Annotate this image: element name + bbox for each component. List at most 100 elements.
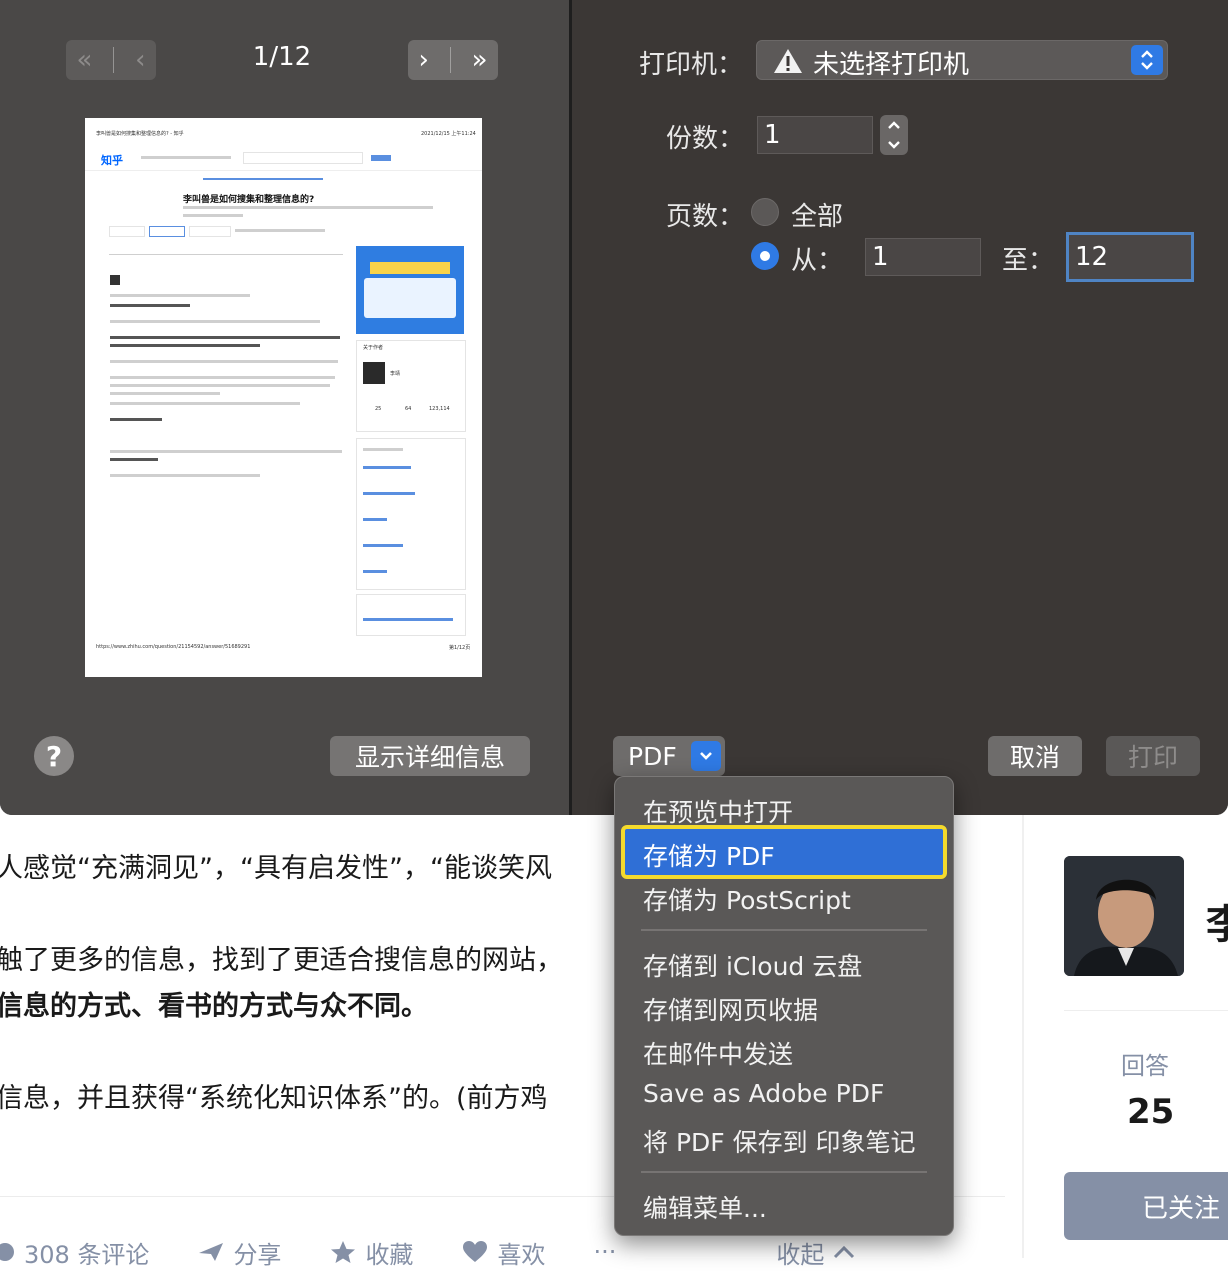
preview-ask-button (371, 155, 391, 161)
preview-author-avatar (363, 362, 385, 384)
pages-range-radio[interactable] (751, 242, 779, 270)
like-button[interactable]: 喜欢 (461, 1235, 545, 1270)
next-last-page-buttons[interactable]: › » (408, 40, 498, 80)
article-text-line: 信息，并且获得“系统化知识体系”的。(前方鸡 (0, 1083, 548, 1114)
cancel-button[interactable]: 取消 (988, 736, 1082, 776)
copies-label: 份数： (666, 124, 745, 154)
first-prev-page-buttons[interactable]: « ‹ (66, 40, 156, 80)
printer-select[interactable]: 未选择打印机 (756, 40, 1168, 80)
preview-line (110, 450, 342, 453)
page-counter: 1/12 (252, 42, 312, 72)
menu-item-save-as-pdf[interactable]: 存储为 PDF (621, 825, 947, 879)
article-text-line: 人感觉“充满洞见”，“具有启发性”，“能谈笑风 (0, 853, 552, 884)
pages-label: 页数： (666, 202, 745, 232)
preview-line (363, 544, 403, 547)
warning-icon (774, 49, 802, 73)
prev-page-button[interactable]: ‹ (135, 45, 145, 75)
preview-topics (203, 178, 323, 180)
copies-stepper[interactable] (880, 115, 908, 155)
menu-item-edit-menu[interactable]: 编辑菜单... (643, 1189, 767, 1225)
preview-line (363, 570, 387, 573)
collapse-label: 收起 (776, 1240, 825, 1269)
preview-question-title: 李叫兽是如何搜集和整理信息的? (183, 195, 315, 205)
preview-ad-card (364, 278, 456, 318)
follow-button[interactable]: 已关注 (1064, 1172, 1228, 1240)
preview-avatar (110, 275, 120, 285)
preview-pane: « ‹ 1/12 › » 李叫兽是如何搜集和整理信息的? - 知乎 2021/1… (0, 0, 569, 815)
help-button[interactable]: ? (34, 736, 74, 776)
preview-line (110, 458, 158, 461)
menu-item-save-to-evernote[interactable]: 将 PDF 保存到 印象笔记 (643, 1123, 916, 1159)
chevron-up-icon[interactable] (880, 115, 908, 135)
last-page-button[interactable]: » (472, 45, 488, 75)
preview-line (363, 618, 453, 621)
to-page-input[interactable]: 12 (1066, 232, 1194, 282)
comments-button[interactable]: 308 条评论 (0, 1235, 149, 1270)
star-icon (331, 1241, 356, 1263)
comments-label: 308 条评论 (24, 1240, 150, 1269)
favorite-button[interactable]: 收藏 (329, 1235, 413, 1270)
menu-item-save-as-adobe-pdf[interactable]: Save as Adobe PDF (643, 1079, 884, 1108)
share-button[interactable]: 分享 (197, 1235, 281, 1270)
preview-line (110, 384, 330, 387)
print-dialog: « ‹ 1/12 › » 李叫兽是如何搜集和整理信息的? - 知乎 2021/1… (0, 0, 1228, 815)
preview-footer-right: 第1/12页 (449, 645, 471, 651)
print-button[interactable]: 打印 (1106, 736, 1200, 776)
preview-line (363, 448, 403, 451)
preview-line (363, 518, 387, 521)
author-name-partial: 李 (1206, 902, 1228, 948)
preview-line (183, 214, 243, 217)
preview-line (363, 466, 411, 469)
pages-all-radio[interactable] (751, 198, 779, 226)
printer-label: 打印机： (639, 50, 744, 80)
divider (109, 254, 343, 255)
preview-stat: 25 (375, 406, 382, 412)
preview-about-author: 关于作者 (363, 345, 384, 351)
preview-line (110, 304, 190, 307)
first-page-button[interactable]: « (76, 45, 92, 75)
from-page-input[interactable]: 1 (865, 238, 981, 276)
pdf-menu-button[interactable]: PDF (613, 736, 725, 776)
menu-item-send-in-mail[interactable]: 在邮件中发送 (643, 1035, 793, 1071)
pages-all-label: 全部 (791, 202, 844, 232)
preview-stat: 64 (405, 406, 412, 412)
preview-brand: 知乎 (101, 154, 123, 167)
preview-collection-card (356, 438, 466, 590)
menu-item-save-as-postscript[interactable]: 存储为 PostScript (643, 881, 851, 917)
collapse-button[interactable]: 收起 (776, 1235, 864, 1270)
preview-line (183, 206, 433, 209)
favorite-label: 收藏 (365, 1240, 414, 1269)
more-label: ··· (593, 1238, 617, 1266)
preview-line (110, 344, 260, 347)
copies-input[interactable]: 1 (757, 116, 873, 154)
heart-icon (463, 1241, 488, 1262)
chevron-down-icon[interactable] (880, 135, 908, 155)
comment-icon (0, 1243, 14, 1261)
next-page-button[interactable]: › (418, 45, 428, 75)
share-icon (199, 1243, 224, 1261)
answer-action-bar: 308 条评论 分享 收藏 喜欢 ··· 收起 (0, 1232, 912, 1272)
chevron-up-icon (834, 1245, 855, 1259)
menu-item-open-in-preview[interactable]: 在预览中打开 (643, 793, 793, 829)
preview-footer-left: https://www.zhihu.com/question/21154592/… (96, 644, 251, 650)
preview-line (363, 492, 415, 495)
preview-line (110, 474, 260, 477)
menu-item-save-web-receipts[interactable]: 存储到网页收据 (643, 991, 818, 1027)
show-details-button[interactable]: 显示详细信息 (330, 736, 530, 776)
preview-search-box (243, 152, 363, 164)
article-text-line: 触了更多的信息，找到了更适合搜信息的网站， (0, 945, 563, 976)
avatar-photo (1064, 856, 1184, 976)
preview-header-right: 2021/12/15 上午11:24 (421, 131, 476, 137)
menu-item-save-to-icloud[interactable]: 存储到 iCloud 云盘 (643, 947, 862, 983)
like-label: 喜欢 (497, 1240, 546, 1269)
preview-line (110, 336, 340, 339)
printer-value: 未选择打印机 (813, 50, 970, 80)
divider (113, 47, 115, 73)
divider (1064, 1010, 1228, 1011)
preview-line (110, 294, 250, 297)
author-avatar[interactable] (1064, 856, 1184, 976)
preview-line (110, 376, 335, 379)
preview-line (110, 402, 300, 405)
more-button[interactable]: ··· (593, 1238, 616, 1266)
article-text-line-bold: 信息的方式、看书的方式与众不同。 (0, 991, 428, 1022)
